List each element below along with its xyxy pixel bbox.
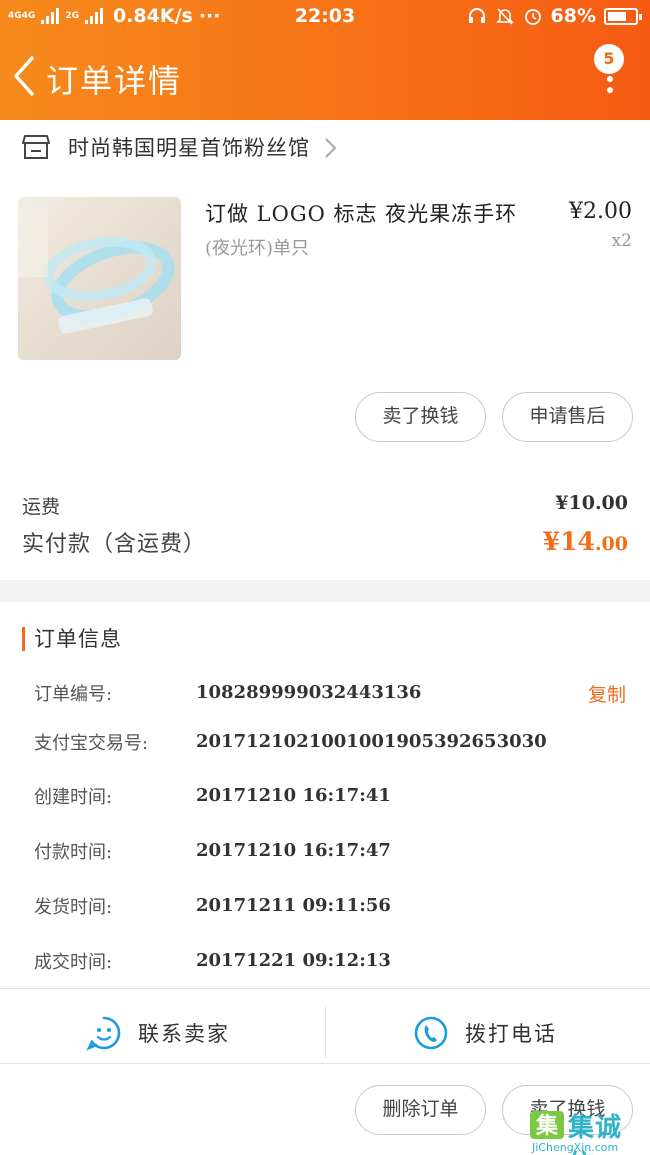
shop-icon <box>22 135 50 159</box>
paid-time-value: 20171210 16:17:47 <box>196 840 391 861</box>
chevron-right-icon <box>325 138 337 158</box>
more-menu-button[interactable]: 5 <box>594 44 624 94</box>
contact-seller-label: 联系卖家 <box>138 1022 230 1046</box>
bracelet-image <box>18 207 175 334</box>
created-time-label: 创建时间: <box>34 787 113 808</box>
shop-row[interactable]: 时尚韩国明星首饰粉丝馆 <box>0 120 650 175</box>
apply-after-sale-button[interactable]: 申请售后 <box>502 392 633 442</box>
shipped-time-label: 发货时间: <box>34 897 113 918</box>
app-header: 4G4G 2G 0.84K/s ··· 22:03 68% 订单详情 5 <box>0 0 650 120</box>
paid-decimal: .00 <box>594 533 628 555</box>
paid-label: 实付款（含运费） <box>22 532 207 557</box>
product-price: ¥2.00 <box>569 199 632 224</box>
section-accent-bar <box>22 627 25 651</box>
divider <box>0 988 650 989</box>
call-phone-button[interactable]: 拨打电话 <box>413 1005 557 1061</box>
product-image[interactable] <box>18 197 181 360</box>
more-dot-icon <box>607 87 613 93</box>
contact-seller-button[interactable]: 联系卖家 <box>86 1005 230 1061</box>
paid-amount: 14 <box>560 527 595 556</box>
battery-icon <box>604 7 642 25</box>
phone-icon <box>414 1016 448 1050</box>
delete-order-button[interactable]: 删除订单 <box>355 1085 486 1135</box>
created-time-value: 20171210 16:17:41 <box>196 785 391 806</box>
message-count-badge: 5 <box>594 44 624 74</box>
paid-time-label: 付款时间: <box>34 842 113 863</box>
back-arrow-icon <box>14 56 34 96</box>
divider <box>325 1006 326 1058</box>
status-right: 68% <box>467 5 642 27</box>
paid-value: ¥14.00 <box>543 527 628 556</box>
divider <box>0 1063 650 1064</box>
order-number-value: 108289999032443136 <box>196 682 422 703</box>
watermark: 集 集诚信 JiChengXin.com <box>528 1105 648 1155</box>
back-button[interactable] <box>6 54 46 98</box>
alipay-trade-value: 2017121021001001905392653030 <box>196 731 547 752</box>
product-spec: (夜光环)单只 <box>205 238 310 259</box>
headset-icon <box>468 8 485 23</box>
sell-item-button[interactable]: 卖了换钱 <box>355 392 486 442</box>
page-title: 订单详情 <box>46 62 183 100</box>
copy-button[interactable]: 复制 <box>588 680 626 707</box>
product-title[interactable]: 订做 LOGO 标志 夜光果冻手环 <box>205 198 517 228</box>
paid-currency: ¥ <box>542 527 561 556</box>
order-number-label: 订单编号: <box>34 684 113 705</box>
completed-time-label: 成交时间: <box>34 952 113 973</box>
alipay-trade-label: 支付宝交易号: <box>34 733 149 754</box>
completed-time-value: 20171221 09:12:13 <box>196 950 391 971</box>
more-dot-icon <box>607 76 613 82</box>
shipping-value: ¥10.00 <box>555 492 628 514</box>
watermark-logo-icon: 集 <box>530 1111 564 1139</box>
svg-text:集: 集 <box>535 1113 559 1139</box>
status-bar: 4G4G 2G 0.84K/s ··· 22:03 68% <box>0 0 650 34</box>
shop-name: 时尚韩国明星首饰粉丝馆 <box>68 136 310 160</box>
shipping-label: 运费 <box>22 496 61 518</box>
call-phone-label: 拨打电话 <box>465 1022 557 1046</box>
section-divider <box>0 580 650 602</box>
shipped-time-value: 20171211 09:11:56 <box>196 895 391 916</box>
order-info-title: 订单信息 <box>34 627 122 651</box>
alarm-icon <box>524 9 541 25</box>
battery-percent: 68% <box>550 5 596 27</box>
product-quantity: x2 <box>611 231 632 251</box>
watermark-url: JiChengXin.com <box>532 1141 619 1154</box>
chat-face-icon <box>86 1016 121 1051</box>
mute-bell-icon <box>495 8 514 25</box>
